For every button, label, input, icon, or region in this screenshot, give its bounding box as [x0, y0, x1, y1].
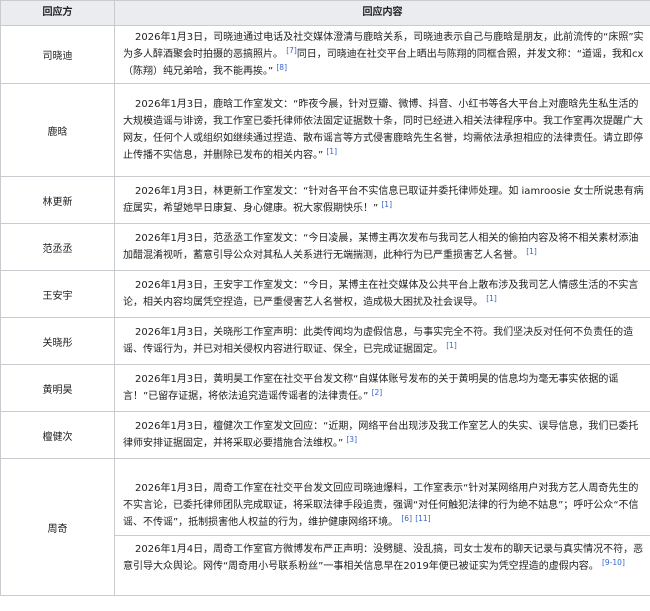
responder-name: 关晓彤 [0, 317, 115, 365]
response-content: 2026年1月3日，范丞丞工作室发文：“今日凌晨，某博主再次发布与我司艺人相关的… [114, 223, 650, 271]
response-entry: 2026年1月3日，王安宇工作室发文：“今日，某博主在社交媒体及公共平台上散布涉… [123, 277, 644, 311]
reference-link[interactable]: [9-10] [602, 558, 625, 567]
responder-name: 檀健次 [0, 411, 115, 459]
table-row: 司晓迪 2026年1月3日，司晓迪通过电话及社交媒体澄清与鹿晗关系，司晓迪表示自… [0, 25, 650, 84]
responder-name: 鹿晗 [0, 83, 115, 177]
response-entry: 2026年1月3日，黄明昊工作室在社交平台发文称“自媒体账号发布的关于黄明昊的信… [123, 371, 644, 405]
responder-name: 司晓迪 [0, 25, 115, 84]
table-row: 王安宇 2026年1月3日，王安宇工作室发文：“今日，某博主在社交媒体及公共平台… [0, 270, 650, 318]
response-entry: 2026年1月3日，司晓迪通过电话及社交媒体澄清与鹿晗关系，司晓迪表示自己与鹿晗… [123, 29, 644, 80]
response-entry: 2026年1月3日，檀健次工作室发文回应：“近期，网络平台出现涉及我工作室艺人的… [123, 418, 644, 452]
response-content: 2026年1月3日，王安宇工作室发文：“今日，某博主在社交媒体及公共平台上散布涉… [114, 270, 650, 318]
responder-name: 周奇 [0, 458, 115, 596]
response-content: 2026年1月3日，黄明昊工作室在社交平台发文称“自媒体账号发布的关于黄明昊的信… [114, 364, 650, 412]
entry-text: 2026年1月3日，周奇工作室在社交平台发文回应司晓迪爆料，工作室表示“针对某网… [123, 482, 639, 528]
entry-text: 2026年1月4日，周奇工作室官方微博发布严正声明：没劈腿、没乱搞，司女士发布的… [123, 543, 644, 572]
response-entry: 2026年1月4日，周奇工作室官方微博发布严正声明：没劈腿、没乱搞，司女士发布的… [115, 534, 650, 575]
responder-name: 范丞丞 [0, 223, 115, 271]
response-entry: 2026年1月3日，鹿晗工作室发文：“昨夜今晨，针对豆瓣、微博、抖音、小红书等各… [123, 96, 644, 164]
response-entry: 2026年1月3日，周奇工作室在社交平台发文回应司晓迪爆料，工作室表示“针对某网… [123, 480, 644, 531]
reference-link[interactable]: [1] [526, 247, 537, 256]
table-header-row: 回应方 回应内容 [0, 0, 650, 26]
responder-name: 林更新 [0, 176, 115, 224]
response-content: 2026年1月3日，关晓彤工作室声明：此类传闻均为虚假信息，与事实完全不符。我们… [114, 317, 650, 365]
table-row: 关晓彤 2026年1月3日，关晓彤工作室声明：此类传闻均为虚假信息，与事实完全不… [0, 317, 650, 365]
header-responder: 回应方 [0, 0, 115, 26]
table-row: 檀健次 2026年1月3日，檀健次工作室发文回应：“近期，网络平台出现涉及我工作… [0, 411, 650, 459]
reference-link[interactable]: [1] [486, 294, 497, 303]
header-content: 回应内容 [114, 0, 650, 26]
entry-text: 2026年1月3日，鹿晗工作室发文：“昨夜今晨，针对豆瓣、微博、抖音、小红书等各… [123, 99, 643, 161]
responder-name: 王安宇 [0, 270, 115, 318]
response-content: 2026年1月3日，檀健次工作室发文回应：“近期，网络平台出现涉及我工作室艺人的… [114, 411, 650, 459]
response-content: 2026年1月3日，周奇工作室在社交平台发文回应司晓迪爆料，工作室表示“针对某网… [114, 458, 650, 596]
reference-link[interactable]: [6] [401, 514, 412, 523]
response-entry: 2026年1月3日，范丞丞工作室发文：“今日凌晨，某博主再次发布与我司艺人相关的… [123, 230, 644, 264]
response-entry: 2026年1月3日，关晓彤工作室声明：此类传闻均为虚假信息，与事实完全不符。我们… [123, 324, 644, 358]
response-content: 2026年1月3日，司晓迪通过电话及社交媒体澄清与鹿晗关系，司晓迪表示自己与鹿晗… [114, 25, 650, 84]
table-row: 范丞丞 2026年1月3日，范丞丞工作室发文：“今日凌晨，某博主再次发布与我司艺… [0, 223, 650, 271]
responder-name: 黄明昊 [0, 364, 115, 412]
entry-text: 2026年1月3日，范丞丞工作室发文：“今日凌晨，某博主再次发布与我司艺人相关的… [123, 233, 639, 261]
reference-link[interactable]: [7] [286, 46, 297, 55]
table-row: 黄明昊 2026年1月3日，黄明昊工作室在社交平台发文称“自媒体账号发布的关于黄… [0, 364, 650, 412]
table-row: 周奇 2026年1月3日，周奇工作室在社交平台发文回应司晓迪爆料，工作室表示“针… [0, 458, 650, 596]
table-row: 鹿晗 2026年1月3日，鹿晗工作室发文：“昨夜今晨，针对豆瓣、微博、抖音、小红… [0, 83, 650, 177]
reference-link[interactable]: [2] [372, 388, 383, 397]
response-entry: 2026年1月3日，林更新工作室发文：“针对各平台不实信息已取证并委托律师处理。… [123, 183, 644, 217]
reference-link[interactable]: [1] [326, 147, 337, 156]
entry-text: 2026年1月3日，关晓彤工作室声明：此类传闻均为虚假信息，与事实完全不符。我们… [123, 327, 634, 355]
reference-link[interactable]: [8] [276, 63, 287, 72]
entry-text: 2026年1月3日，檀健次工作室发文回应：“近期，网络平台出现涉及我工作室艺人的… [123, 421, 639, 449]
reference-link[interactable]: [1] [381, 200, 392, 209]
response-table: 回应方 回应内容 司晓迪 2026年1月3日，司晓迪通过电话及社交媒体澄清与鹿晗… [0, 0, 650, 596]
response-content: 2026年1月3日，林更新工作室发文：“针对各平台不实信息已取证并委托律师处理。… [114, 176, 650, 224]
entry-text: 2026年1月3日，王安宇工作室发文：“今日，某博主在社交媒体及公共平台上散布涉… [123, 280, 639, 308]
reference-link[interactable]: [1] [446, 341, 457, 350]
table-row: 林更新 2026年1月3日，林更新工作室发文：“针对各平台不实信息已取证并委托律… [0, 176, 650, 224]
reference-link[interactable]: [3] [346, 435, 357, 444]
reference-link[interactable]: [11] [415, 514, 430, 523]
response-content: 2026年1月3日，鹿晗工作室发文：“昨夜今晨，针对豆瓣、微博、抖音、小红书等各… [114, 83, 650, 177]
